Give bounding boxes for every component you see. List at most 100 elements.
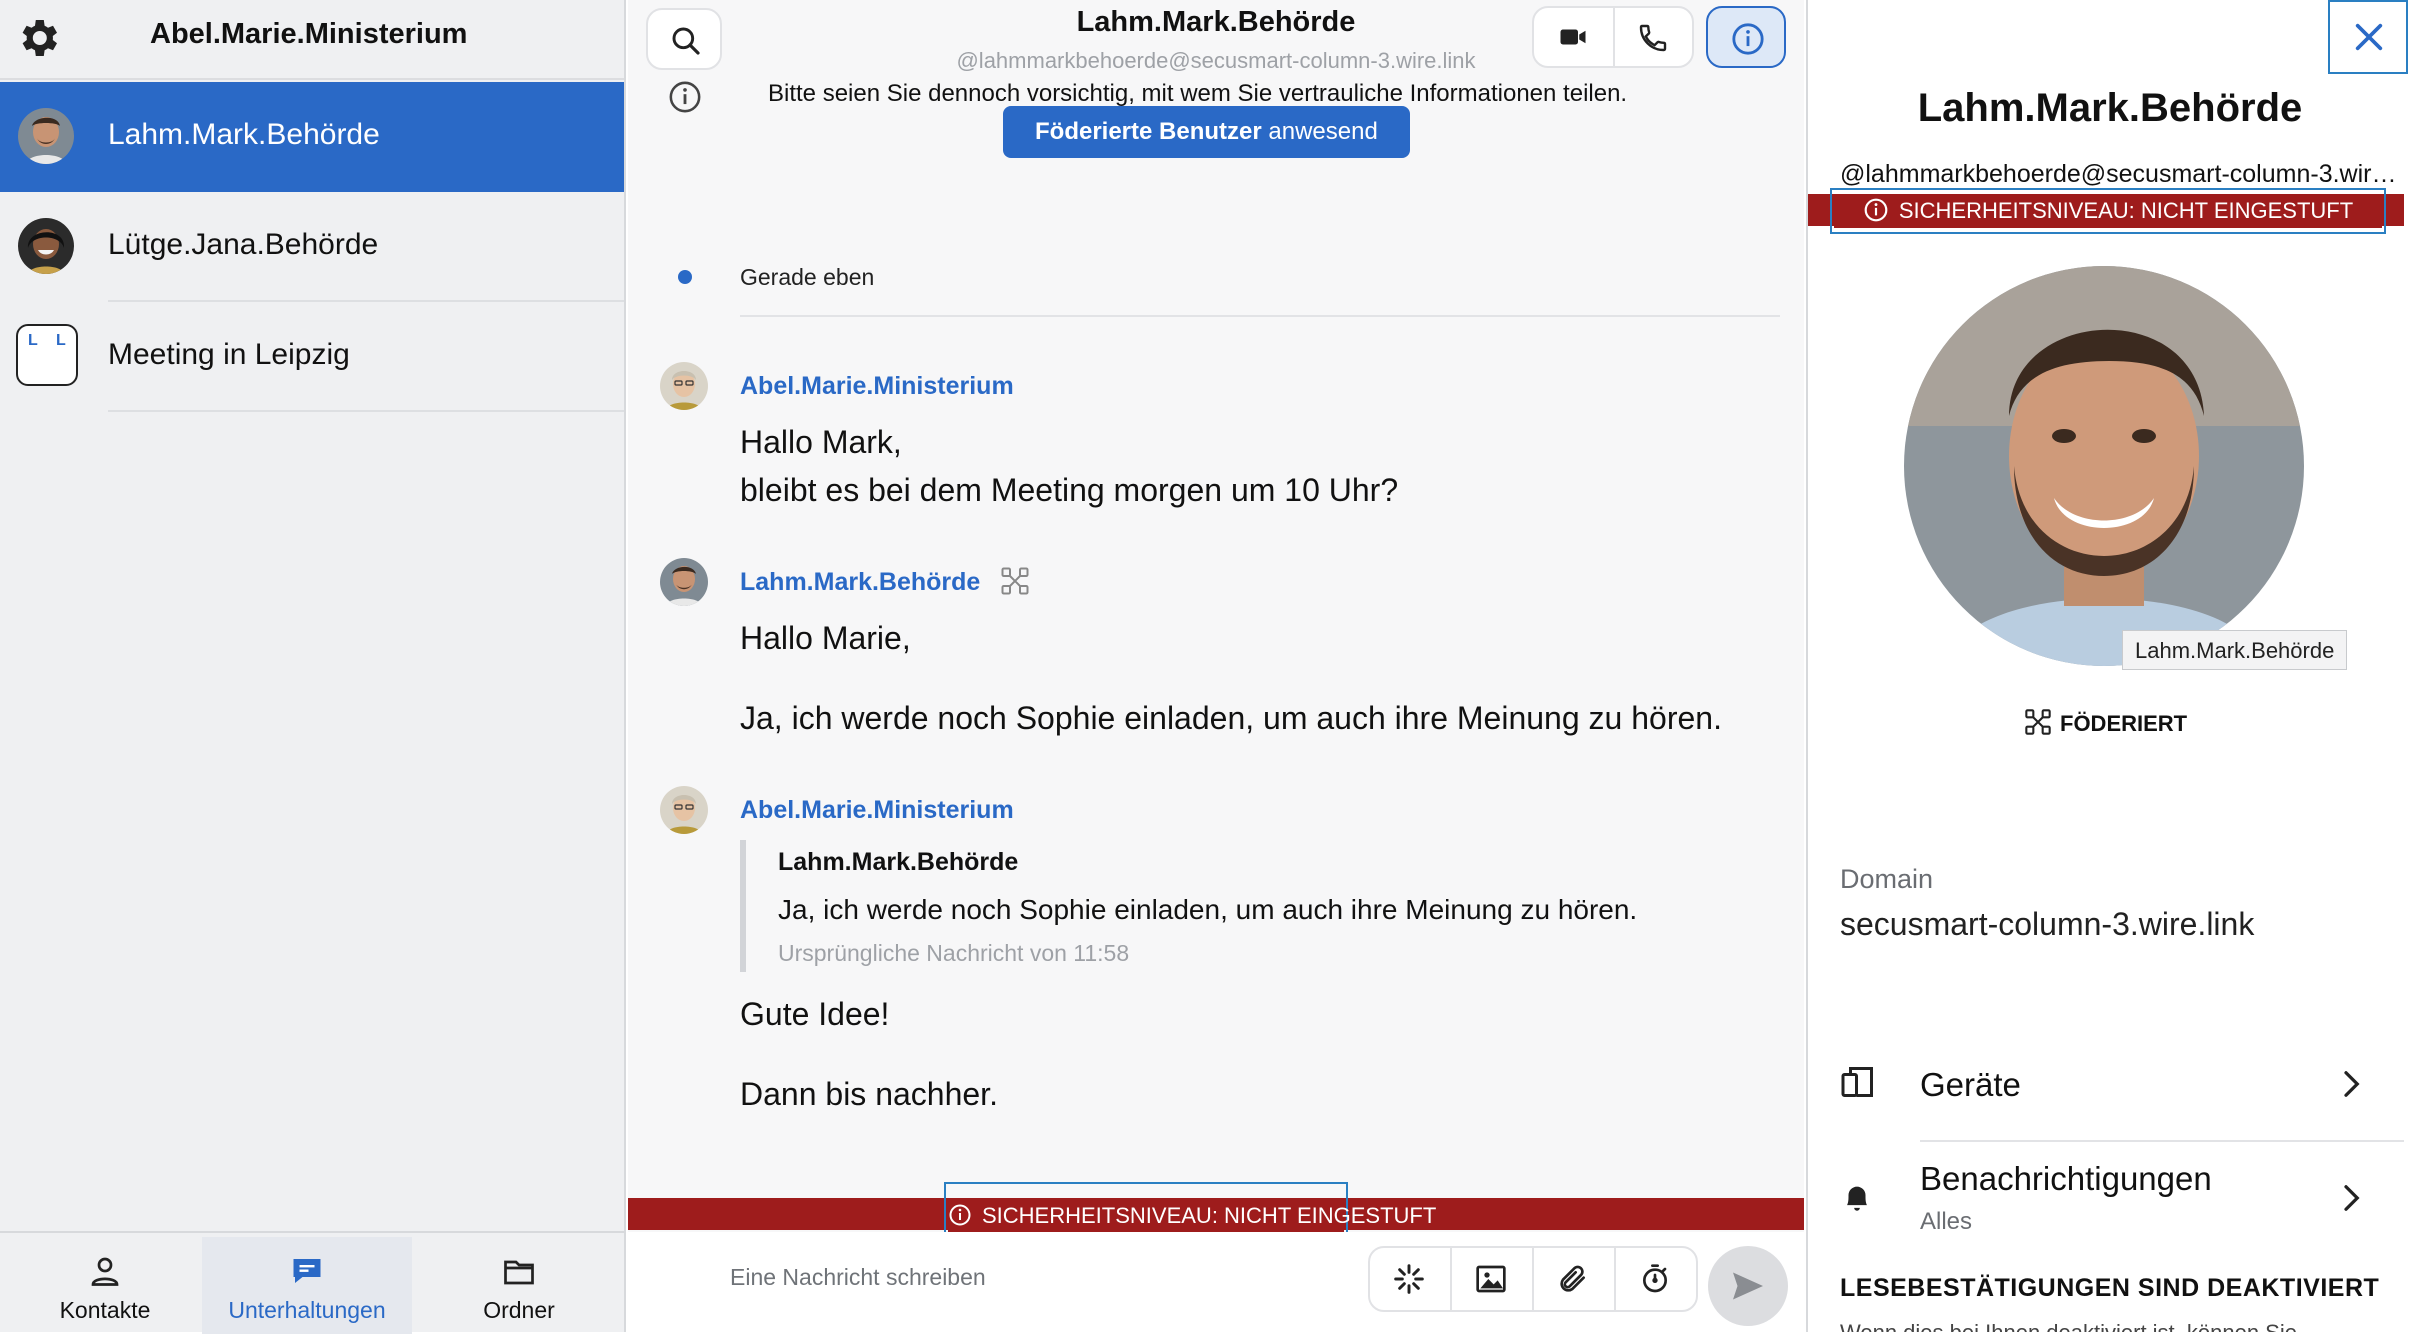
call-button-group (1532, 6, 1694, 68)
folder-icon (504, 1260, 534, 1285)
video-call-button[interactable] (1534, 8, 1613, 66)
chevron-right-icon (2344, 1185, 2360, 1211)
conversation-label: Lahm.Mark.Behörde (108, 118, 380, 151)
federated-icon (1001, 567, 1029, 595)
ping-icon (1394, 1264, 1424, 1294)
timer-icon (1643, 1264, 1667, 1293)
info-icon (1864, 198, 1888, 222)
notifications-label: Benachrichtigungen (1920, 1160, 2212, 1197)
message-text: Gute Idee! (740, 996, 890, 1032)
bell-icon (1847, 1186, 1867, 1211)
file-attach-button[interactable] (1534, 1248, 1614, 1310)
user-details-panel: Lahm.Mark.Behörde @lahmmarkbehoerde@secu… (1806, 0, 2412, 1332)
quote-author: Lahm.Mark.Behörde (778, 848, 1019, 876)
group-initial: L (56, 332, 66, 349)
timestamp-dot (678, 270, 692, 284)
ping-button[interactable] (1370, 1248, 1450, 1310)
nav-label: Unterhaltungen (228, 1297, 386, 1323)
info-icon (669, 81, 701, 113)
federated-badge: FÖDERIERT (2024, 708, 2187, 737)
federated-label: FÖDERIERT (2060, 711, 2188, 736)
avatar (18, 108, 74, 164)
conversation-header: Lahm.Mark.Behörde @lahmmarkbehoerde@secu… (628, 0, 1804, 80)
message-composer (628, 1232, 1804, 1332)
domain-value: secusmart-column-3.wire.link (1840, 906, 2255, 942)
info-icon (1732, 23, 1764, 55)
photo-tooltip: Lahm.Mark.Behörde (2122, 630, 2348, 670)
chat-icon (293, 1259, 321, 1283)
message-sender[interactable]: Abel.Marie.Ministerium (740, 372, 1014, 401)
message-sender[interactable]: Lahm.Mark.Behörde (740, 568, 980, 597)
security-level-badge[interactable]: SICHERHEITSNIVEAU: NICHT EINGESTUFT (1830, 188, 2386, 234)
conversation-panel: Lahm.Mark.Behörde @lahmmarkbehoerde@secu… (628, 0, 1804, 1332)
phone-icon (1639, 24, 1667, 52)
notifications-value: Alles (1920, 1208, 1973, 1235)
federated-pill-bold: Föderierte Benutzer (1035, 118, 1262, 145)
audio-call-button[interactable] (1615, 8, 1694, 66)
federated-icon (2025, 709, 2051, 735)
message-text: Ja, ich werde noch Sophie einladen, um a… (740, 700, 1722, 736)
read-receipts-description: Wenn dies bei Ihnen deaktiviert ist, kön… (1840, 1320, 2297, 1332)
quote-meta: Ursprüngliche Nachricht von 11:58 (778, 940, 1130, 966)
timestamp-divider (740, 315, 1780, 317)
bottom-navigation: Kontakte Unterhaltungen Ordner (0, 1231, 624, 1334)
timed-message-button[interactable] (1616, 1248, 1696, 1310)
message-text: Dann bis nachher. (740, 1076, 998, 1112)
message-input[interactable] (728, 1252, 1198, 1302)
profile-photo (1904, 266, 2304, 666)
read-receipts-heading: LESEBESTÄTIGUNGEN SIND DEAKTIVIERT (1840, 1274, 2380, 1302)
conversation-info-button[interactable] (1706, 6, 1786, 68)
nav-label: Kontakte (59, 1297, 151, 1323)
timestamp-label: Gerade eben (740, 264, 875, 290)
avatar[interactable] (660, 558, 708, 606)
send-button[interactable] (1708, 1246, 1788, 1326)
settings-button[interactable] (14, 14, 62, 62)
person-icon (91, 1257, 119, 1286)
image-upload-button[interactable] (1452, 1248, 1532, 1310)
image-icon (1476, 1265, 1506, 1293)
avatar (18, 218, 74, 274)
message-text: Hallo Mark, (740, 424, 902, 460)
left-header: Abel.Marie.Ministerium (0, 0, 624, 80)
divider (1920, 1140, 2404, 1142)
devices-icon (1841, 1067, 1873, 1097)
conversation-label: Lütge.Jana.Behörde (108, 228, 379, 261)
devices-label: Geräte (1920, 1066, 2021, 1103)
message-sender[interactable]: Abel.Marie.Ministerium (740, 796, 1014, 825)
message-text: Hallo Marie, (740, 620, 911, 656)
paperclip-icon (1560, 1265, 1585, 1292)
quoted-message[interactable]: Lahm.Mark.Behörde Ja, ich werde noch Sop… (740, 840, 1740, 972)
conversation-item-luetge-jana[interactable]: Lütge.Jana.Behörde (0, 192, 624, 302)
devices-row[interactable]: Geräte (1808, 1050, 2404, 1120)
nav-contacts[interactable]: Kontakte (0, 1237, 210, 1334)
composer-tool-group (1368, 1246, 1698, 1312)
quote-text: Ja, ich werde noch Sophie einladen, um a… (778, 894, 1638, 925)
notifications-row[interactable]: Benachrichtigungen Alles (1808, 1150, 2404, 1250)
security-level-text: SICHERHEITSNIVEAU: NICHT EINGESTUFT (1898, 198, 2354, 223)
divider (108, 410, 624, 412)
conversation-item-meeting-leipzig[interactable]: L L Meeting in Leipzig (0, 302, 624, 412)
group-avatar: L L (16, 324, 78, 386)
close-icon (2355, 23, 2383, 51)
avatar[interactable] (660, 362, 708, 410)
close-button[interactable] (2328, 0, 2408, 74)
account-name: Abel.Marie.Ministerium (150, 18, 468, 50)
profile-name: Lahm.Mark.Behörde (1917, 86, 2303, 130)
conversation-list-panel: Abel.Marie.Ministerium Lahm.Mark.Behörde (0, 0, 626, 1334)
federated-users-banner[interactable]: Föderierte Benutzer anwesend (1003, 106, 1410, 158)
domain-label: Domain (1840, 864, 1934, 894)
send-icon (1733, 1272, 1763, 1300)
notice-text: Bitte seien Sie dennoch vorsichtig, mit … (768, 80, 1628, 107)
conversation-label: Meeting in Leipzig (108, 338, 350, 371)
profile-handle: @lahmmarkbehoerde@secusmart-column-3.wir… (1840, 160, 2400, 188)
federated-pill-rest: anwesend (1261, 118, 1378, 145)
security-level-text: SICHERHEITSNIVEAU: NICHT EINGESTUFT (982, 1203, 1437, 1228)
info-icon (949, 1204, 971, 1226)
avatar[interactable] (660, 786, 708, 834)
conversation-item-lahm-mark[interactable]: Lahm.Mark.Behörde (0, 82, 624, 192)
chevron-right-icon (2344, 1071, 2360, 1097)
nav-conversations[interactable]: Unterhaltungen (202, 1237, 412, 1334)
nav-label: Ordner (483, 1297, 555, 1323)
nav-folders[interactable]: Ordner (414, 1237, 624, 1334)
video-camera-icon (1560, 29, 1586, 45)
